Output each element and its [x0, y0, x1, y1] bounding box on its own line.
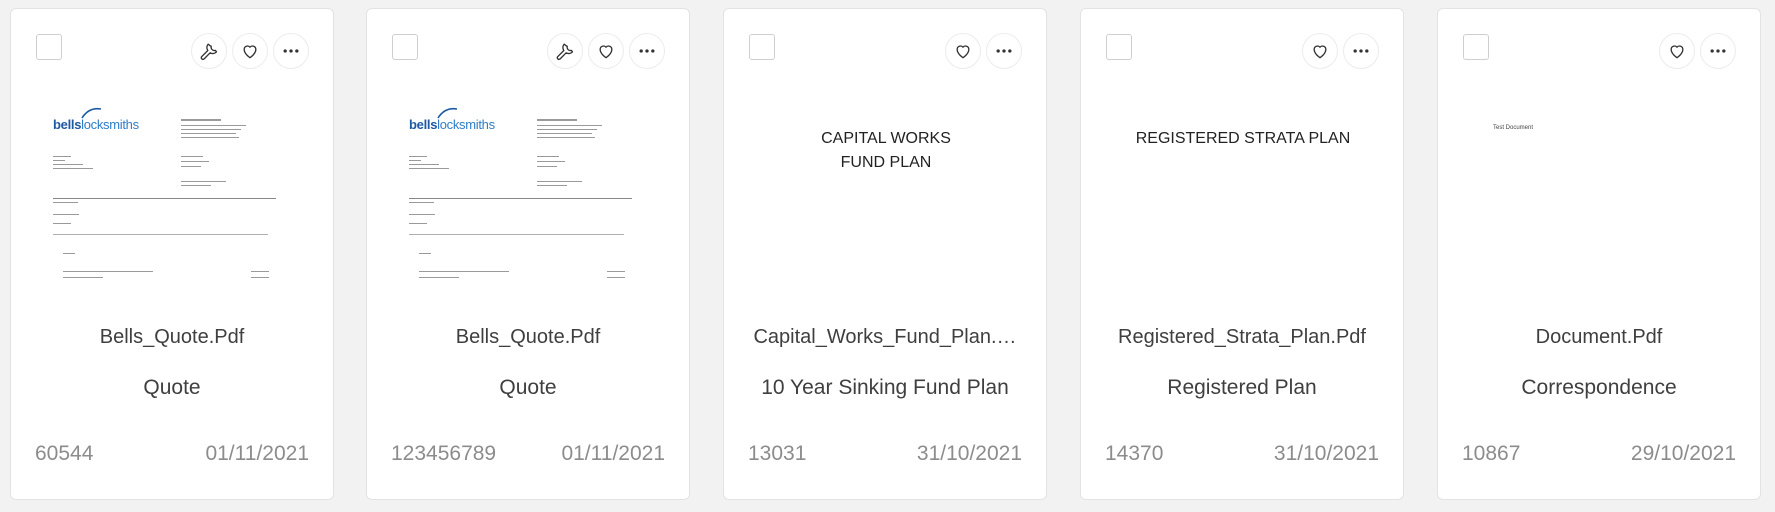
preview-title: REGISTERED STRATA PLAN	[1135, 130, 1351, 147]
document-date: 31/10/2021	[1273, 442, 1379, 465]
preview-title: CAPITAL WORKS FUND PLAN	[821, 130, 951, 171]
document-card[interactable]: bellslocksmiths	[366, 8, 690, 500]
document-id: 13031	[748, 442, 807, 465]
document-date: 31/10/2021	[916, 442, 1022, 465]
heart-icon	[599, 45, 613, 59]
document-card[interactable]: REGISTERED STRATA PLAN Registered_Strata…	[1080, 8, 1404, 500]
document-name[interactable]: Bells_Quote.Pdf	[377, 326, 679, 349]
letterhead-preview: bellslocksmiths	[51, 89, 295, 299]
document-card[interactable]: bellslocksmiths	[10, 8, 334, 500]
document-type: Quote	[143, 376, 201, 399]
company-logo: bellslocksmiths	[53, 117, 139, 132]
card-actions	[1659, 33, 1736, 69]
heart-icon	[1313, 45, 1327, 59]
card-actions	[1302, 33, 1379, 69]
heart-icon	[956, 45, 970, 59]
tool-button[interactable]	[547, 33, 583, 69]
favorite-button[interactable]	[1659, 33, 1695, 69]
document-date: 01/11/2021	[561, 442, 665, 465]
document-name[interactable]: Bells_Quote.Pdf	[21, 326, 323, 349]
tool-button[interactable]	[191, 33, 227, 69]
document-preview[interactable]: CAPITAL WORKS FUND PLAN	[764, 89, 1008, 299]
select-checkbox[interactable]	[392, 34, 418, 60]
more-button[interactable]	[986, 33, 1022, 69]
document-id: 14370	[1105, 442, 1164, 465]
document-preview[interactable]: bellslocksmiths	[407, 89, 651, 299]
document-type: Quote	[499, 376, 557, 399]
document-date: 29/10/2021	[1630, 442, 1736, 465]
document-meta: 123456789 01/11/2021	[391, 442, 665, 466]
more-dots-icon	[1710, 49, 1726, 53]
favorite-button[interactable]	[232, 33, 268, 69]
document-type: 10 Year Sinking Fund Plan	[761, 376, 1009, 399]
heart-icon	[1670, 45, 1684, 59]
document-meta: 13031 31/10/2021	[748, 442, 1022, 466]
more-button[interactable]	[629, 33, 665, 69]
more-dots-icon	[639, 49, 655, 53]
document-date: 01/11/2021	[205, 442, 309, 465]
document-preview[interactable]: Test Document	[1478, 89, 1722, 299]
letterhead-preview: bellslocksmiths	[407, 89, 651, 299]
more-dots-icon	[283, 49, 299, 53]
card-actions	[547, 33, 665, 69]
document-preview[interactable]: REGISTERED STRATA PLAN	[1121, 89, 1365, 299]
card-actions	[945, 33, 1022, 69]
heart-icon	[243, 45, 257, 59]
document-card[interactable]: CAPITAL WORKS FUND PLAN Capital_Works_Fu…	[723, 8, 1047, 500]
favorite-button[interactable]	[1302, 33, 1338, 69]
document-id: 60544	[35, 442, 94, 465]
more-dots-icon	[996, 49, 1012, 53]
document-name[interactable]: Document.Pdf	[1448, 326, 1750, 349]
document-name[interactable]: Registered_Strata_Plan.Pdf	[1091, 326, 1393, 349]
company-logo: bellslocksmiths	[409, 117, 495, 132]
more-button[interactable]	[1700, 33, 1736, 69]
select-checkbox[interactable]	[1463, 34, 1489, 60]
select-checkbox[interactable]	[36, 34, 62, 60]
wrench-icon	[556, 43, 574, 60]
favorite-button[interactable]	[588, 33, 624, 69]
document-card[interactable]: Test Document Document.Pdf Correspondenc…	[1437, 8, 1761, 500]
document-type: Correspondence	[1521, 376, 1677, 399]
document-type: Registered Plan	[1167, 376, 1317, 399]
more-button[interactable]	[1343, 33, 1379, 69]
more-button[interactable]	[273, 33, 309, 69]
document-meta: 10867 29/10/2021	[1462, 442, 1736, 466]
document-meta: 14370 31/10/2021	[1105, 442, 1379, 466]
preview-title: Test Document	[1493, 125, 1534, 131]
more-dots-icon	[1353, 49, 1369, 53]
select-checkbox[interactable]	[1106, 34, 1132, 60]
document-id: 123456789	[391, 442, 497, 465]
card-actions	[191, 33, 309, 69]
document-id: 10867	[1462, 442, 1521, 465]
document-meta: 60544 01/11/2021	[35, 442, 309, 466]
select-checkbox[interactable]	[749, 34, 775, 60]
document-name[interactable]: Capital_Works_Fund_Plan.…	[734, 326, 1036, 349]
favorite-button[interactable]	[945, 33, 981, 69]
document-grid: bellslocksmiths Bells_Quote.Pdf Quote 60…	[0, 0, 1775, 512]
wrench-icon	[200, 43, 218, 60]
document-preview[interactable]: bellslocksmiths	[51, 89, 295, 299]
